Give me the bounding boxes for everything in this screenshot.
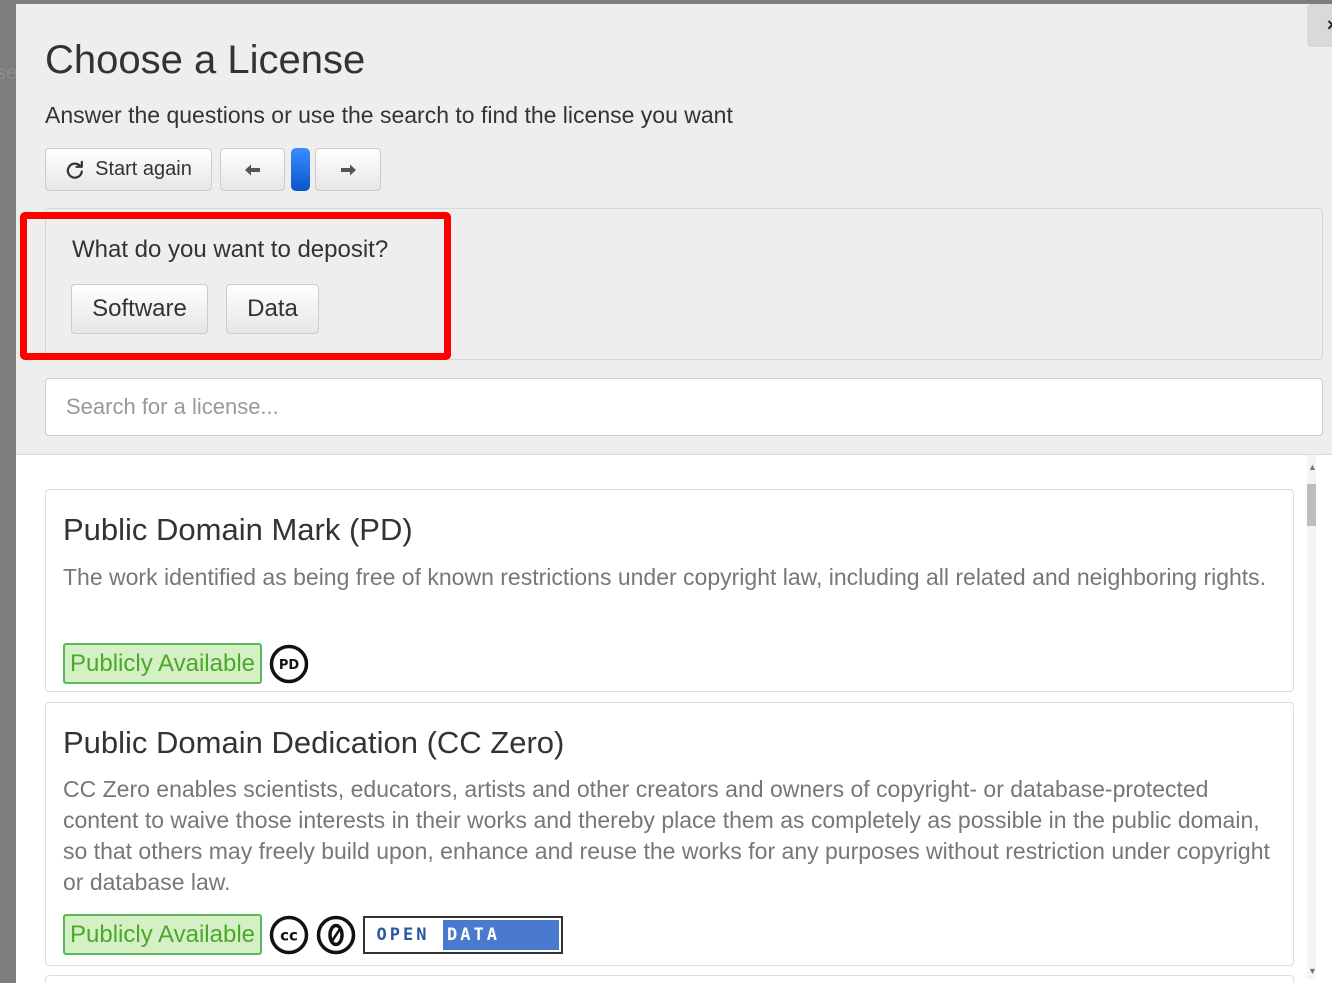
cc-icon: cc xyxy=(269,915,309,954)
open-data-left-text: OPEN xyxy=(376,924,430,945)
close-button[interactable]: × xyxy=(1307,4,1332,47)
pd-icon: PD xyxy=(269,644,309,683)
highlight-annotation xyxy=(20,212,451,360)
license-description: The work identified as being free of kno… xyxy=(63,564,1267,590)
license-chooser-modal: × Choose a License Answer the questions … xyxy=(16,4,1332,983)
open-data-badge: OPEN DATA xyxy=(363,915,564,954)
arrow-right-icon xyxy=(341,164,356,175)
arrow-left-icon xyxy=(244,164,260,175)
start-again-label: Start again xyxy=(95,158,192,180)
start-again-button[interactable]: Start again xyxy=(45,148,212,191)
next-question-button[interactable] xyxy=(315,148,381,191)
svg-text:cc: cc xyxy=(280,926,298,944)
availability-badge: Publicly Available xyxy=(63,643,263,684)
license-card-cc-zero[interactable]: Public Domain Dedication (CC Zero) CC Ze… xyxy=(45,702,1294,966)
previous-question-button[interactable] xyxy=(220,148,285,191)
scrollbar-thumb[interactable] xyxy=(1307,484,1316,526)
zero-icon xyxy=(316,915,356,954)
license-card-partial[interactable] xyxy=(45,975,1294,983)
scroll-up-arrow-icon[interactable]: ▲ xyxy=(1308,462,1317,472)
license-badges: Publicly Available PD xyxy=(63,643,309,684)
license-title: Public Domain Mark (PD) xyxy=(63,512,413,547)
license-search-input[interactable] xyxy=(45,378,1323,436)
svg-text:PD: PD xyxy=(279,658,300,673)
availability-badge: Publicly Available xyxy=(63,914,263,955)
modal-subtitle: Answer the questions or use the search t… xyxy=(45,102,733,128)
background-partial-text: se xyxy=(0,62,18,84)
license-description: CC Zero enables scientists, educators, a… xyxy=(63,776,1270,895)
question-progress-indicator xyxy=(291,148,310,191)
license-card-pd[interactable]: Public Domain Mark (PD) The work identif… xyxy=(45,489,1294,692)
refresh-icon xyxy=(66,160,84,179)
license-title: Public Domain Dedication (CC Zero) xyxy=(63,725,565,760)
scrollbar-track[interactable] xyxy=(1307,455,1316,979)
scroll-down-arrow-icon[interactable]: ▼ xyxy=(1308,966,1317,976)
license-badges: Publicly Available cc OPEN DATA xyxy=(63,914,564,955)
open-data-right-text: DATA xyxy=(443,919,560,950)
modal-title: Choose a License xyxy=(45,38,366,82)
